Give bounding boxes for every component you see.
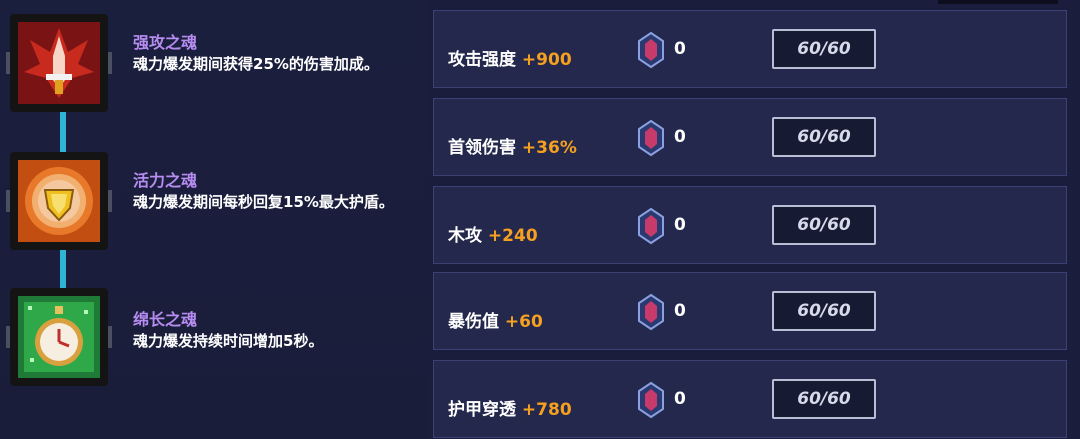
soul-description: 魂力爆发期间每秒回复15%最大护盾。 bbox=[133, 193, 394, 211]
stat-name: 暴伤值 bbox=[448, 312, 499, 332]
stat-label: 攻击强度 +900 bbox=[448, 45, 572, 70]
soul-description: 魂力爆发持续时间增加5秒。 bbox=[133, 332, 324, 350]
soul-name: 活力之魂 bbox=[133, 171, 198, 190]
stat-row[interactable]: 木攻 +240 0 60/60 bbox=[433, 186, 1067, 264]
gem-count: 0 bbox=[674, 39, 686, 59]
stat-row[interactable]: 护甲穿透 +780 0 60/60 bbox=[433, 360, 1067, 438]
gem-count: 0 bbox=[674, 215, 686, 235]
gem-count: 0 bbox=[674, 389, 686, 409]
gem-icon bbox=[638, 381, 664, 419]
gem-icon bbox=[638, 207, 664, 245]
stat-bonus: +240 bbox=[487, 226, 538, 246]
stat-bonus: +900 bbox=[521, 50, 572, 70]
shield-heart-icon bbox=[18, 160, 100, 242]
capacity-box[interactable]: 60/60 bbox=[772, 291, 876, 331]
soul-name: 强攻之魂 bbox=[133, 33, 198, 52]
stat-name: 攻击强度 bbox=[448, 50, 516, 70]
soul-icon-slot[interactable] bbox=[6, 14, 112, 112]
stat-row[interactable]: 攻击强度 +900 0 60/60 bbox=[433, 10, 1067, 88]
stat-label: 木攻 +240 bbox=[448, 221, 538, 246]
stat-label: 首领伤害 +36% bbox=[448, 133, 577, 158]
soul-connector bbox=[60, 250, 66, 288]
soul-icon-slot[interactable] bbox=[6, 152, 112, 250]
capacity-box[interactable]: 60/60 bbox=[772, 379, 876, 419]
gem-icon bbox=[638, 293, 664, 331]
stat-label: 护甲穿透 +780 bbox=[448, 395, 572, 420]
capacity-box[interactable]: 60/60 bbox=[772, 117, 876, 157]
stat-row[interactable]: 暴伤值 +60 0 60/60 bbox=[433, 272, 1067, 350]
stat-bonus: +780 bbox=[521, 400, 572, 420]
stat-name: 木攻 bbox=[448, 226, 482, 246]
soul-name: 绵长之魂 bbox=[133, 310, 198, 329]
gem-count: 0 bbox=[674, 127, 686, 147]
capacity-box[interactable]: 60/60 bbox=[772, 205, 876, 245]
top-bar bbox=[938, 0, 1058, 4]
flame-sword-icon bbox=[18, 22, 100, 104]
stat-name: 首领伤害 bbox=[448, 138, 516, 158]
soul-description: 魂力爆发期间获得25%的伤害加成。 bbox=[133, 55, 379, 73]
soul-icon-slot[interactable] bbox=[6, 288, 112, 386]
capacity-box[interactable]: 60/60 bbox=[772, 29, 876, 69]
gem-icon bbox=[638, 119, 664, 157]
soul-connector bbox=[60, 112, 66, 152]
stat-bonus: +36% bbox=[521, 138, 577, 158]
gem-count: 0 bbox=[674, 301, 686, 321]
gem-icon bbox=[638, 31, 664, 69]
stat-label: 暴伤值 +60 bbox=[448, 307, 543, 332]
stopwatch-icon bbox=[18, 296, 100, 378]
stat-bonus: +60 bbox=[504, 312, 543, 332]
stat-row[interactable]: 首领伤害 +36% 0 60/60 bbox=[433, 98, 1067, 176]
stat-name: 护甲穿透 bbox=[448, 400, 516, 420]
